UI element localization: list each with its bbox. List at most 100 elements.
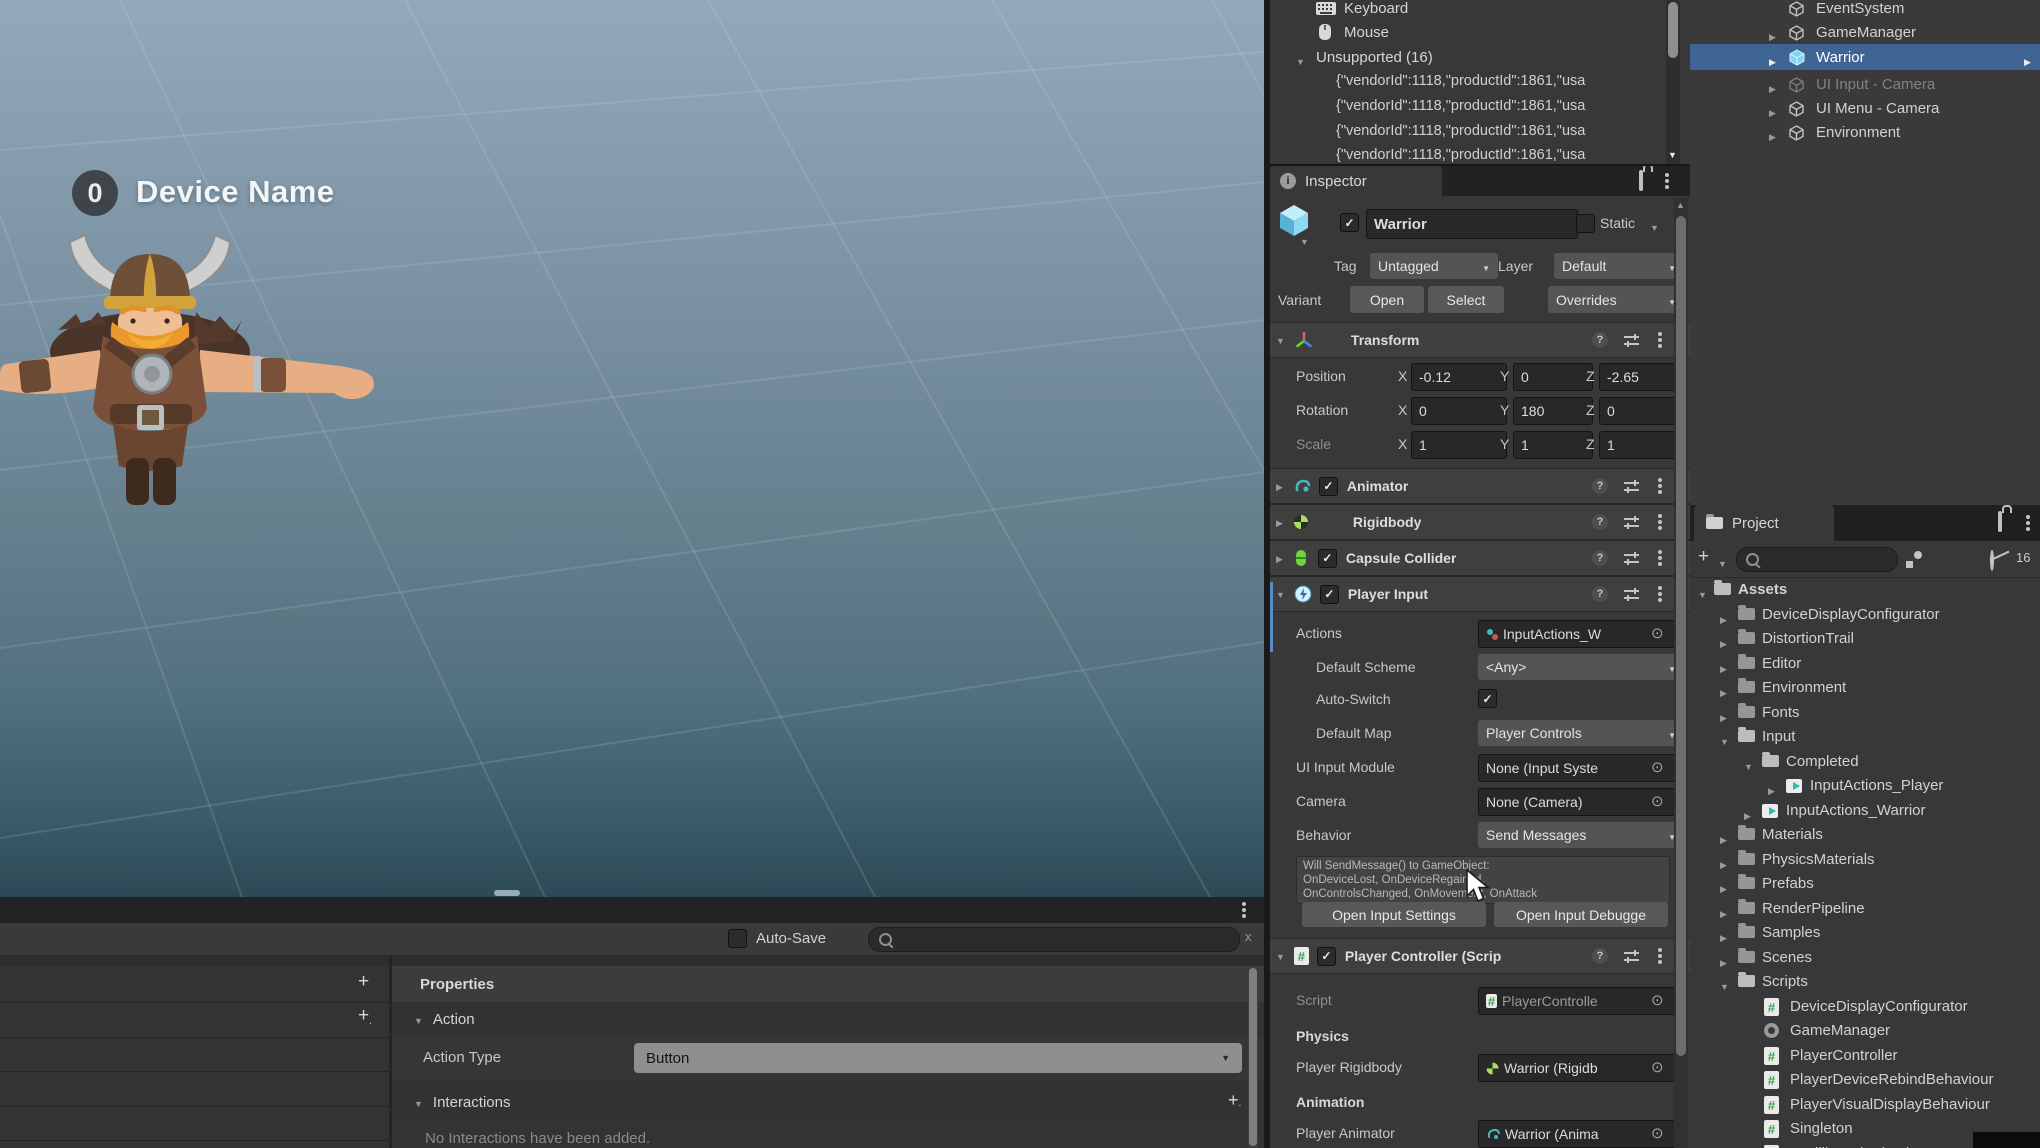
- chevron-right-icon[interactable]: [1720, 855, 1727, 872]
- project-item-script[interactable]: PlayerVisualDisplayBehaviour: [1690, 1093, 2040, 1117]
- project-item-folder[interactable]: Scripts: [1690, 970, 2040, 994]
- rotation-x-field[interactable]: 0: [1411, 397, 1507, 425]
- presets-icon[interactable]: [1624, 552, 1639, 565]
- chevron-right-icon[interactable]: [1769, 79, 1776, 96]
- actions-search-input[interactable]: [868, 927, 1240, 952]
- kebab-menu-icon[interactable]: [1665, 179, 1669, 183]
- splitter-handle[interactable]: [494, 890, 520, 896]
- presets-icon[interactable]: [1624, 334, 1639, 347]
- object-picker-icon[interactable]: [1651, 792, 1664, 810]
- player-controller-header[interactable]: Player Controller (Scrip: [1270, 938, 1690, 974]
- object-picker-icon[interactable]: [1651, 1058, 1664, 1076]
- project-item-folder[interactable]: Completed: [1690, 750, 2040, 774]
- foldout-icon[interactable]: [1276, 585, 1285, 603]
- help-icon[interactable]: [1592, 514, 1608, 530]
- add-interaction-button[interactable]: +.: [1228, 1090, 1241, 1111]
- object-picker-icon[interactable]: [1651, 758, 1664, 776]
- kebab-menu-icon[interactable]: [1658, 520, 1662, 524]
- scroll-down-icon[interactable]: [1668, 145, 1677, 163]
- position-x-field[interactable]: -0.12: [1411, 363, 1507, 391]
- kebab-menu-icon[interactable]: [1658, 556, 1662, 560]
- prefab-select-button[interactable]: Select: [1428, 286, 1504, 313]
- project-item-script[interactable]: DeviceDisplayConfigurator: [1690, 995, 2040, 1019]
- chevron-right-icon[interactable]: [1744, 806, 1751, 823]
- rotation-y-field[interactable]: 180: [1513, 397, 1593, 425]
- enabled-checkbox[interactable]: [1318, 476, 1338, 496]
- project-item-folder[interactable]: DeviceDisplayConfigurator: [1690, 603, 2040, 627]
- position-z-field[interactable]: -2.65: [1599, 363, 1684, 391]
- scrollbar-thumb[interactable]: [1249, 968, 1257, 1146]
- tab-project[interactable]: Project: [1694, 505, 1834, 541]
- presets-icon[interactable]: [1624, 950, 1639, 963]
- project-item-asset[interactable]: InputActions_Player: [1690, 774, 2040, 798]
- device-group-unsupported[interactable]: Unsupported (16): [1270, 45, 1666, 69]
- chevron-right-icon[interactable]: [1720, 610, 1727, 627]
- foldout-icon[interactable]: [1276, 477, 1283, 495]
- project-item-assets[interactable]: Assets: [1690, 578, 2040, 602]
- player-input-header[interactable]: Player Input: [1270, 576, 1690, 612]
- project-item-folder[interactable]: RenderPipeline: [1690, 897, 2040, 921]
- device-json-row[interactable]: {"vendorId":1118,"productId":1861,"usa: [1270, 143, 1666, 164]
- help-icon[interactable]: [1592, 332, 1608, 348]
- hidden-items-icon[interactable]: [1990, 550, 1994, 571]
- name-field[interactable]: Warrior: [1366, 209, 1578, 239]
- hierarchy-item-ui-input-camera[interactable]: UI Input - Camera: [1690, 72, 2040, 96]
- object-picker-icon[interactable]: [1651, 991, 1664, 1009]
- chevron-right-icon[interactable]: [1769, 103, 1776, 120]
- chevron-right-icon[interactable]: [1720, 659, 1727, 676]
- chevron-right-icon[interactable]: [1768, 781, 1775, 798]
- presets-icon[interactable]: [1624, 516, 1639, 529]
- overrides-dropdown[interactable]: Overrides: [1548, 286, 1684, 313]
- script-object-field[interactable]: PlayerControlle: [1478, 987, 1684, 1015]
- kebab-menu-icon[interactable]: [2026, 521, 2030, 525]
- kebab-menu-icon[interactable]: [1658, 592, 1662, 596]
- lock-icon[interactable]: [1639, 170, 1643, 191]
- device-json-row[interactable]: {"vendorId":1118,"productId":1861,"usa: [1270, 119, 1666, 143]
- help-icon[interactable]: [1592, 948, 1608, 964]
- hierarchy-item-warrior-selected[interactable]: Warrior: [1690, 44, 2040, 70]
- transform-header[interactable]: Transform: [1270, 322, 1690, 358]
- scroll-up-icon[interactable]: ▲: [1676, 200, 1685, 210]
- enabled-checkbox[interactable]: [1316, 946, 1336, 966]
- project-item-folder[interactable]: Input: [1690, 725, 2040, 749]
- object-picker-icon[interactable]: [1651, 624, 1664, 642]
- project-item-script[interactable]: PlayerController: [1690, 1044, 2040, 1068]
- chevron-down-icon[interactable]: [1296, 52, 1305, 69]
- kebab-menu-icon[interactable]: [1658, 954, 1662, 958]
- project-item-folder[interactable]: DistortionTrail: [1690, 627, 2040, 651]
- enabled-checkbox[interactable]: [1319, 584, 1339, 604]
- foldout-icon[interactable]: [1276, 513, 1283, 531]
- foldout-icon[interactable]: [1276, 947, 1285, 965]
- chevron-right-icon[interactable]: [1720, 879, 1727, 896]
- project-item-script[interactable]: GameManager: [1690, 1019, 2040, 1043]
- active-checkbox[interactable]: [1340, 213, 1359, 232]
- chevron-right-icon[interactable]: [1720, 953, 1727, 970]
- auto-switch-checkbox[interactable]: [1478, 689, 1497, 708]
- static-checkbox[interactable]: [1576, 214, 1595, 233]
- help-icon[interactable]: [1592, 478, 1608, 494]
- hierarchy-item-eventsystem[interactable]: EventSystem: [1690, 0, 2040, 20]
- presets-icon[interactable]: [1624, 480, 1639, 493]
- object-picker-icon[interactable]: [1651, 1124, 1664, 1142]
- default-map-dropdown[interactable]: Player Controls: [1478, 720, 1684, 746]
- prefab-open-button[interactable]: Open: [1350, 286, 1424, 313]
- project-item-folder[interactable]: Editor: [1690, 652, 2040, 676]
- layer-dropdown[interactable]: Default: [1554, 253, 1684, 279]
- hierarchy-item-environment[interactable]: Environment: [1690, 120, 2040, 144]
- chevron-down-icon[interactable]: [1698, 585, 1707, 602]
- project-item-script[interactable]: PlayerDeviceRebindBehaviour: [1690, 1068, 2040, 1092]
- lock-icon[interactable]: [1998, 511, 2002, 532]
- player-animator-field[interactable]: Warrior (Anima: [1478, 1120, 1684, 1148]
- chevron-right-icon[interactable]: [1720, 830, 1727, 847]
- project-item-folder[interactable]: Samples: [1690, 921, 2040, 945]
- device-row-mouse[interactable]: Mouse: [1270, 20, 1666, 44]
- add-action-map-button[interactable]: +: [358, 971, 369, 993]
- chevron-down-icon[interactable]: [1718, 554, 1727, 572]
- device-json-row[interactable]: {"vendorId":1118,"productId":1861,"usa: [1270, 94, 1666, 118]
- ui-input-module-field[interactable]: None (Input Syste: [1478, 754, 1684, 782]
- scrollbar-thumb[interactable]: [1676, 216, 1686, 1056]
- hierarchy-item-ui-menu-camera[interactable]: UI Menu - Camera: [1690, 96, 2040, 120]
- device-json-row[interactable]: {"vendorId":1118,"productId":1861,"usa: [1270, 69, 1666, 93]
- rigidbody-header[interactable]: Rigidbody: [1270, 504, 1690, 540]
- next-chevron-icon[interactable]: [2024, 52, 2031, 69]
